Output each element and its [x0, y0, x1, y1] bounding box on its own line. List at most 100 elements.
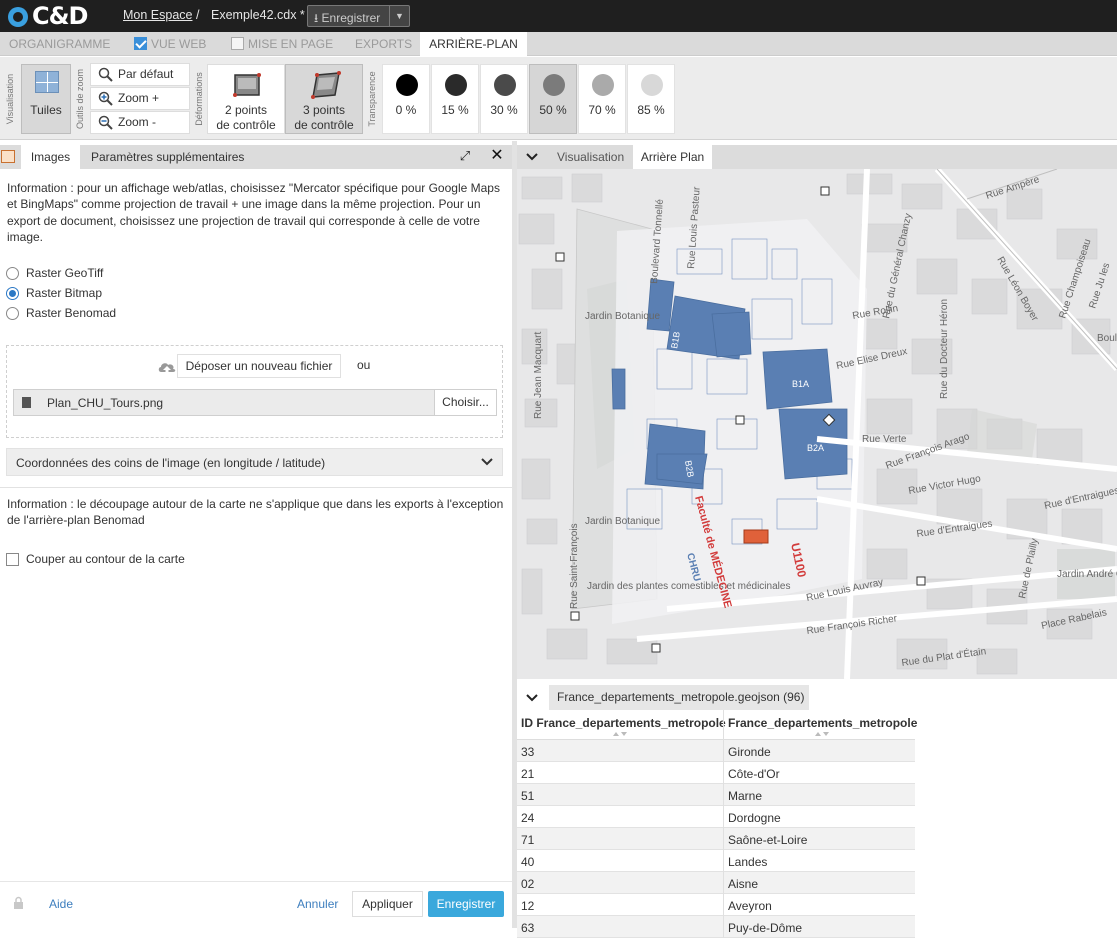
- table-row[interactable]: 12 Aveyron: [517, 894, 915, 916]
- zoom-in-button[interactable]: Zoom +: [90, 87, 190, 110]
- tab-organigramme[interactable]: ORGANIGRAMME: [9, 32, 110, 56]
- file-path-field[interactable]: Plan_CHU_Tours.png Choisir...: [13, 389, 497, 416]
- column-separator: [723, 850, 724, 872]
- transparency-label: 0 %: [395, 103, 417, 117]
- background-map[interactable]: Boulevard Tonnellé Rue Louis Pasteur Jar…: [517, 169, 1117, 679]
- table-row[interactable]: 40 Landes: [517, 850, 915, 872]
- cancel-button[interactable]: Annuler: [297, 897, 338, 911]
- zoom-out-button[interactable]: Zoom -: [90, 111, 190, 134]
- tab-visualisation[interactable]: Visualisation: [557, 145, 624, 169]
- sort-arrows-icon[interactable]: [815, 731, 829, 737]
- map-view[interactable]: Boulevard Tonnellé Rue Louis Pasteur Jar…: [517, 169, 1117, 679]
- file-icon: [22, 397, 31, 408]
- cell-department-name: Saône-et-Loire: [728, 833, 808, 847]
- radio-raster-benomad[interactable]: Raster Benomad: [6, 306, 116, 320]
- two-points-label-1: 2 points: [224, 103, 268, 117]
- three-points-control-button[interactable]: 3 points de contrôle: [285, 64, 363, 134]
- transparency-swatch-icon: [494, 74, 516, 96]
- map-label-bou: Boul: [1097, 333, 1117, 344]
- transparency-swatch-icon: [641, 74, 663, 96]
- column-header-name[interactable]: France_departements_metropole: [728, 716, 917, 730]
- collapse-chevron-icon[interactable]: [525, 151, 539, 163]
- three-points-label-2: de contrôle: [294, 118, 354, 132]
- table-row[interactable]: 21 Côte-d'Or: [517, 762, 915, 784]
- table-row[interactable]: 71 Saône-et-Loire: [517, 828, 915, 850]
- group-label-zoom: Outils de zoom: [75, 68, 85, 130]
- help-link[interactable]: Aide: [49, 897, 73, 911]
- column-separator: [723, 828, 724, 850]
- sort-arrows-icon[interactable]: [613, 731, 627, 737]
- transparency-swatch-icon: [543, 74, 565, 96]
- tab-parametres-supplementaires[interactable]: Paramètres supplémentaires: [91, 145, 244, 169]
- column-separator: [723, 916, 724, 938]
- mise-en-page-checkbox[interactable]: [231, 37, 244, 50]
- expand-icon[interactable]: ⤢: [458, 149, 472, 163]
- upload-new-file-button[interactable]: Déposer un nouveau fichier: [177, 354, 341, 378]
- map-label-rue-jean-macquart: Rue Jean Macquart: [533, 332, 544, 419]
- radio-geotiff-control[interactable]: [6, 267, 19, 280]
- radio-bitmap-control[interactable]: [6, 287, 19, 300]
- coords-accordion-label: Coordonnées des coins de l'image (en lon…: [16, 456, 326, 470]
- table-row[interactable]: 24 Dordogne: [517, 806, 915, 828]
- table-row[interactable]: 63 Puy-de-Dôme: [517, 916, 915, 938]
- radio-benomad-control[interactable]: [6, 307, 19, 320]
- map-label-jardin-botanique-2: Jardin Botanique: [585, 516, 660, 527]
- cell-department-name: Aveyron: [728, 899, 772, 913]
- transparency-option[interactable]: 0 %: [382, 64, 430, 134]
- column-header-id[interactable]: ID France_departements_metropole: [521, 716, 726, 730]
- tuiles-button[interactable]: Tuiles: [21, 64, 71, 134]
- table-row[interactable]: 33 Gironde: [517, 740, 915, 762]
- breadcrumb-workspace-link[interactable]: Mon Espace: [123, 8, 192, 22]
- two-points-control-button[interactable]: 2 points de contrôle: [207, 64, 285, 134]
- app-logo[interactable]: C&D: [8, 3, 98, 29]
- save-panel-button[interactable]: Enregistrer: [428, 891, 504, 917]
- dataset-collapse-chevron-icon[interactable]: [525, 692, 539, 704]
- dataset-tab[interactable]: France_departements_metropole.geojson (9…: [549, 685, 809, 710]
- tab-exports[interactable]: EXPORTS: [355, 32, 412, 56]
- cell-id: 24: [521, 811, 535, 825]
- top-bar: C&D Mon Espace / Exemple42.cdx * ⭳ Enreg…: [0, 0, 1117, 32]
- image-corner-coordinates-accordion[interactable]: Coordonnées des coins de l'image (en lon…: [6, 448, 503, 476]
- download-icon: ⭳: [314, 11, 319, 25]
- cell-id: 02: [521, 877, 535, 891]
- file-drop-zone[interactable]: Déposer un nouveau fichier ou Plan_CHU_T…: [6, 345, 503, 438]
- lock-icon: [14, 896, 23, 909]
- transparency-swatch-icon: [396, 74, 418, 96]
- table-row[interactable]: 51 Marne: [517, 784, 915, 806]
- apply-button[interactable]: Appliquer: [352, 891, 423, 917]
- close-icon[interactable]: ✕: [490, 148, 504, 164]
- transparency-option[interactable]: 15 %: [431, 64, 479, 134]
- two-points-icon: [233, 73, 261, 97]
- tab-mise-en-page[interactable]: MISE EN PAGE: [231, 32, 333, 56]
- vue-web-checkbox[interactable]: [134, 37, 147, 50]
- tab-images[interactable]: Images: [21, 145, 80, 169]
- transparency-label: 85 %: [637, 103, 665, 117]
- table-row[interactable]: 02 Aisne: [517, 872, 915, 894]
- main-tab-bar: ORGANIGRAMME VUE WEB MISE EN PAGE EXPORT…: [0, 32, 1117, 56]
- radio-raster-geotiff[interactable]: Raster GeoTiff: [6, 266, 103, 280]
- save-button[interactable]: ⭳ Enregistrer ▼: [307, 5, 410, 27]
- transparency-label: 50 %: [539, 103, 567, 117]
- tab-arriere-plan-map[interactable]: Arrière Plan: [633, 145, 712, 169]
- map-label-rue-docteur-heron: Rue du Docteur Héron: [939, 299, 950, 399]
- clip-to-map-outline-checkbox[interactable]: Couper au contour de la carte: [6, 552, 185, 566]
- transparency-option[interactable]: 85 %: [627, 64, 675, 134]
- breadcrumb-filename: Exemple42.cdx *: [211, 8, 305, 22]
- choose-file-button[interactable]: Choisir...: [434, 390, 496, 415]
- transparency-option[interactable]: 50 %: [529, 64, 577, 134]
- transparency-option[interactable]: 70 %: [578, 64, 626, 134]
- cell-department-name: Landes: [728, 855, 768, 869]
- save-dropdown-caret-icon[interactable]: ▼: [389, 6, 409, 26]
- tab-vue-web[interactable]: VUE WEB: [134, 32, 206, 56]
- tab-vue-web-label: VUE WEB: [151, 37, 207, 51]
- clip-checkbox-control[interactable]: [6, 553, 19, 566]
- cell-department-name: Aisne: [728, 877, 759, 891]
- cell-department-name: Côte-d'Or: [728, 767, 780, 781]
- zoom-default-button[interactable]: Par défaut: [90, 63, 190, 86]
- radio-raster-bitmap[interactable]: Raster Bitmap: [6, 286, 102, 300]
- zoom-out-label: Zoom -: [118, 115, 157, 129]
- cloud-upload-icon: [158, 363, 176, 374]
- transparency-option[interactable]: 30 %: [480, 64, 528, 134]
- tab-arriere-plan[interactable]: ARRIÈRE-PLAN: [420, 32, 527, 56]
- data-table: ID France_departements_metropole France_…: [517, 710, 917, 938]
